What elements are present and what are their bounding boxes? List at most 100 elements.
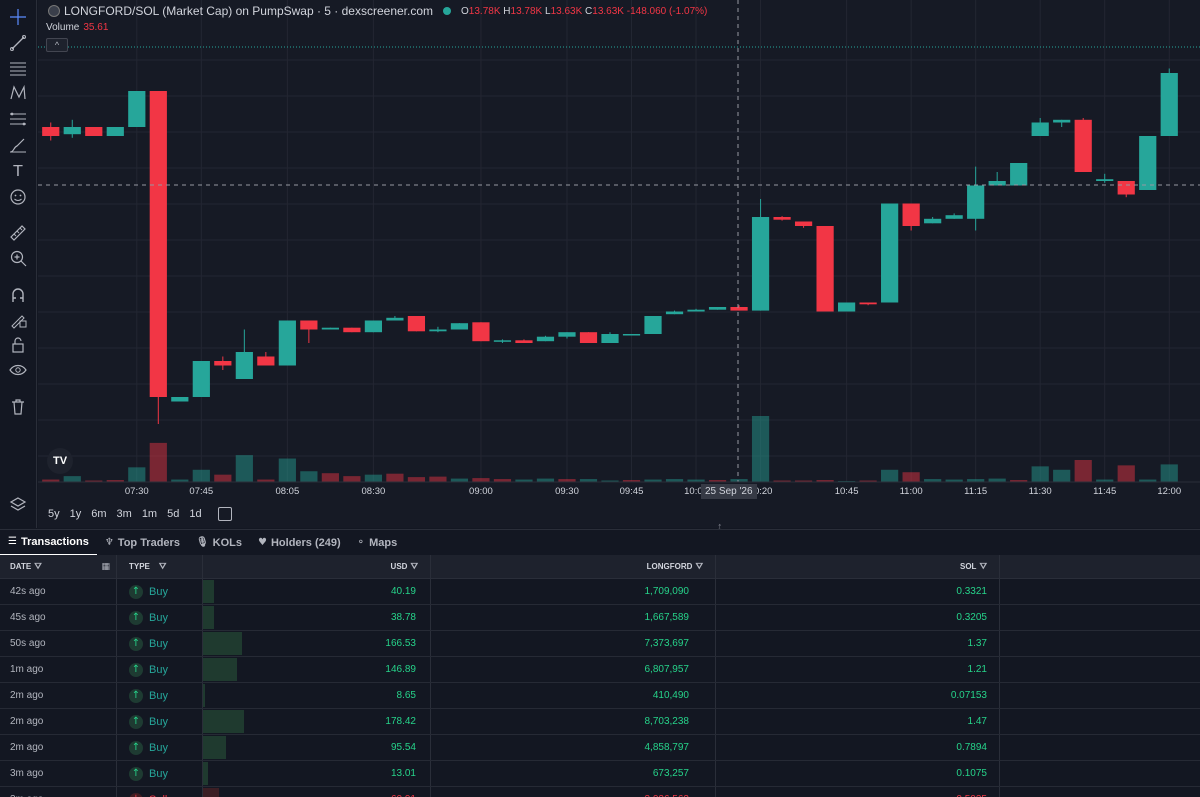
table-body: 42s ago ↑ Buy 40.19 1,709,090 0.3321 45s ago ↑ B…	[0, 579, 1200, 797]
candle-body	[945, 215, 963, 219]
cell-token: 8,703,238	[431, 709, 716, 734]
candle-body	[881, 203, 899, 303]
candle-body	[214, 361, 232, 366]
candle-body	[128, 91, 146, 127]
candle-body	[300, 320, 318, 330]
volume-bar	[203, 762, 208, 785]
collapse-legend-button[interactable]: ^	[46, 38, 68, 52]
cell-token: 7,373,697	[431, 631, 716, 656]
volume-bar	[902, 472, 920, 482]
timeframe-3m[interactable]: 3m	[117, 508, 132, 520]
mic-icon: 🎙	[195, 537, 209, 548]
emoji-icon[interactable]	[6, 186, 30, 208]
x-tick-label: 09:00	[469, 486, 493, 497]
table-row[interactable]: 3m ago ↑ Buy 13.01 673,257 0.1075	[0, 761, 1200, 787]
tab-kols[interactable]: 🎙 KOLs	[188, 530, 250, 556]
cell-usd: 178.42	[203, 709, 431, 734]
tab-holders[interactable]: ♥ Holders (249)	[250, 530, 349, 556]
candle-body	[1117, 181, 1135, 195]
table-row[interactable]: 42s ago ↑ Buy 40.19 1,709,090 0.3321	[0, 579, 1200, 605]
cell-date: 2m ago	[0, 709, 117, 734]
header-usd[interactable]: USD ⛛	[203, 555, 431, 578]
table-row[interactable]: 45s ago ↑ Buy 38.78 1,667,589 0.3205	[0, 605, 1200, 631]
table-row[interactable]: 2m ago ↑ Buy 178.42 8,703,238 1.47	[0, 709, 1200, 735]
bubbles-icon: ⚬	[356, 537, 366, 548]
cell-token: 6,807,957	[431, 657, 716, 682]
candle-body	[257, 356, 275, 366]
magnet-icon[interactable]	[6, 284, 30, 306]
cell-usd: 166.53	[203, 631, 431, 656]
lock-icon[interactable]	[6, 334, 30, 356]
volume-bar	[1160, 464, 1178, 482]
tab-top[interactable]: ♆ Top Traders	[97, 530, 188, 556]
x-tick-label: 09:30	[555, 486, 579, 497]
price-chart[interactable]: 07:30 07:45 08:05 08:30 09:00 09:30 09:45 10:00…	[38, 0, 1200, 528]
lock-drawing-icon[interactable]	[6, 309, 30, 331]
text-icon[interactable]: T	[6, 160, 30, 182]
table-row[interactable]: 50s ago ↑ Buy 166.53 7,373,697 1.37	[0, 631, 1200, 657]
symbol-title[interactable]: LONGFORD/SOL (Market Cap) on PumpSwap · …	[64, 4, 433, 18]
table-row[interactable]: 2m ago ↑ Buy 8.65 410,490 0.07153	[0, 683, 1200, 709]
header-date[interactable]: DATE ⛛ ▦	[0, 555, 117, 578]
timeframe-5y[interactable]: 5y	[48, 508, 60, 520]
header-sol[interactable]: SOL ⛛	[716, 555, 1000, 578]
volume-bar	[1074, 460, 1092, 482]
ruler-icon[interactable]	[6, 222, 30, 244]
header-token[interactable]: LONGFORD ⛛	[431, 555, 716, 578]
list-icon: ☰	[8, 536, 17, 547]
cell-usd: 95.54	[203, 735, 431, 760]
timeframe-5d[interactable]: 5d	[167, 508, 179, 520]
cell-sol: 0.5035	[716, 787, 1000, 797]
timeframe-6m[interactable]: 6m	[91, 508, 106, 520]
candle-body	[1010, 163, 1028, 186]
timeframe-1m[interactable]: 1m	[142, 508, 157, 520]
volume-bar	[203, 606, 214, 629]
crosshair-icon[interactable]	[6, 6, 30, 28]
candle-body	[429, 329, 447, 332]
filter-icon: ⛛	[34, 561, 42, 572]
pattern-icon[interactable]	[6, 82, 30, 104]
cell-sol: 0.1075	[716, 761, 1000, 786]
dexscreener-app: T 07:30 07:45 08:05 08:30 09:00 09:30 09:45 10:…	[0, 0, 1200, 797]
timeframe-1d[interactable]: 1d	[189, 508, 201, 520]
tab-transactions[interactable]: ☰ Transactions	[0, 530, 97, 556]
cell-date: 45s ago	[0, 605, 117, 630]
cell-date: 42s ago	[0, 579, 117, 604]
cell-sol: 0.07153	[716, 683, 1000, 708]
fib-icon[interactable]	[6, 108, 30, 130]
tab-label: Transactions	[20, 535, 89, 548]
tab-label: Top Traders	[117, 536, 180, 549]
header-type[interactable]: TYPE ⛛	[117, 555, 203, 578]
chart-canvas[interactable]: 07:30 07:45 08:05 08:30 09:00 09:30 09:45 10:00…	[38, 0, 1200, 528]
tab-maps[interactable]: ⚬ Maps	[349, 530, 406, 556]
candle-body	[536, 336, 555, 342]
table-row[interactable]: 3m ago↓Sell60.913,026,5630.5035	[0, 787, 1200, 797]
trend-line-icon[interactable]	[6, 32, 30, 54]
volume-bar	[278, 458, 296, 482]
volume-bar	[203, 736, 226, 759]
cell-date: 1m ago	[0, 657, 117, 682]
brush-icon[interactable]	[6, 134, 30, 156]
timeframe-1y[interactable]: 1y	[70, 508, 82, 520]
layers-icon[interactable]	[6, 494, 30, 516]
table-row[interactable]: 2m ago ↑ Buy 95.54 4,858,797 0.7894	[0, 735, 1200, 761]
zoom-in-icon[interactable]	[6, 247, 30, 269]
table-row[interactable]: 1m ago ↑ Buy 146.89 6,807,957 1.21	[0, 657, 1200, 683]
volume-bar	[429, 476, 447, 482]
eye-icon[interactable]	[6, 359, 30, 381]
date-range-icon[interactable]	[217, 507, 232, 521]
candle-body	[838, 302, 856, 312]
cell-date: 2m ago	[0, 683, 117, 708]
candle-body	[902, 203, 920, 226]
ohlc-values: O13.78K H13.78K L13.63K C13.63K -148.060…	[461, 5, 708, 17]
trash-icon[interactable]	[6, 396, 30, 418]
candle-body	[601, 334, 619, 343]
volume-bar	[203, 658, 237, 681]
candle-body	[515, 340, 533, 343]
volume-bar	[214, 474, 232, 482]
arrow-up-icon: ↑	[129, 766, 143, 781]
tradingview-logo[interactable]: TV	[47, 448, 73, 474]
cell-sol: 1.47	[716, 709, 1000, 734]
horizontal-lines-icon[interactable]	[6, 57, 30, 79]
x-tick-label: 11:00	[900, 486, 923, 497]
